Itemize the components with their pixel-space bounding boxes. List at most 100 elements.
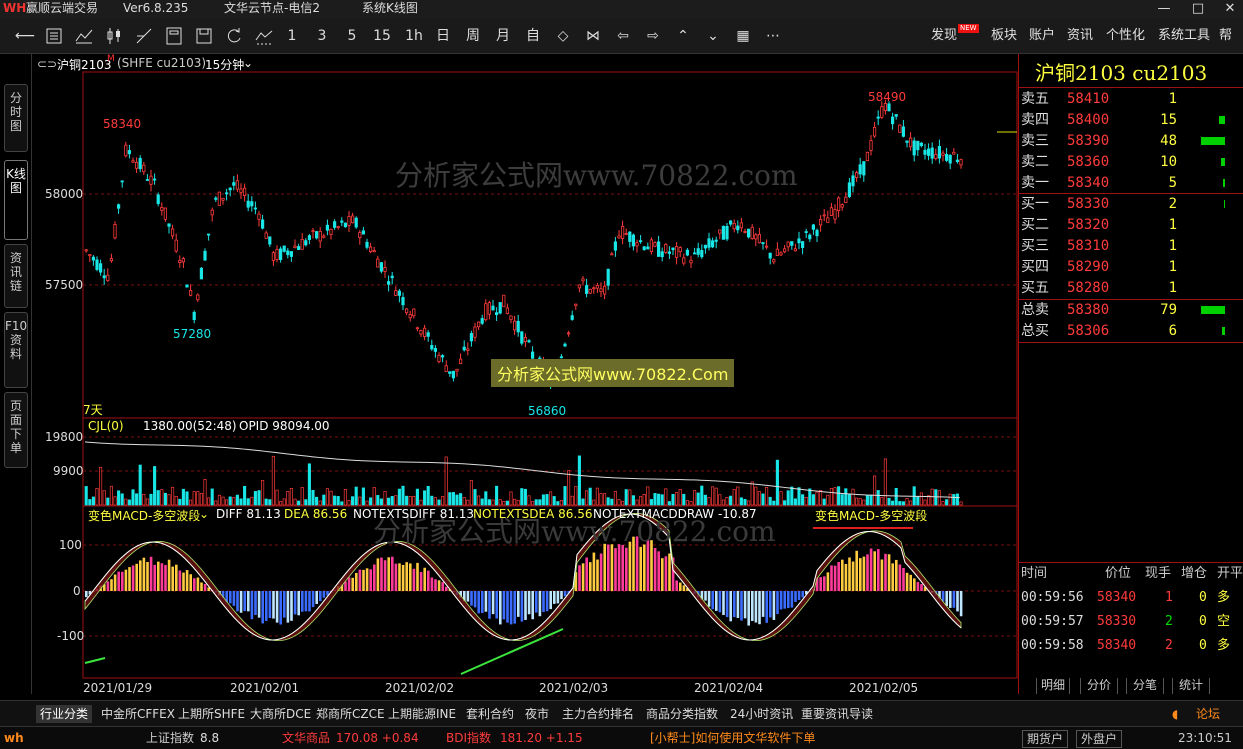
chart-area[interactable]: 分析家公式网www.70822.com 分析家公式网www.70822.Com … [33, 54, 1018, 695]
minimize-icon[interactable]: — [1154, 0, 1174, 17]
arrow-right-icon[interactable]: ⇨ [642, 26, 664, 46]
order-book-row[interactable]: 买一 58330 2 [1019, 194, 1243, 215]
nav-industry[interactable]: 行业分类 [36, 705, 93, 723]
chart-link-icon[interactable]: ⊂⊃ [37, 57, 57, 71]
nav-shfe[interactable]: 上期所SHFE [178, 705, 245, 723]
nav-arbitrage[interactable]: 套利合约 [466, 705, 514, 723]
nav-czce[interactable]: 郑商所CZCE [316, 705, 385, 723]
order-book-row[interactable]: 卖三 58390 48 [1019, 131, 1243, 152]
volume-indicator[interactable]: CJL(0) [88, 419, 124, 433]
volume-bar [750, 481, 754, 506]
order-book-row[interactable]: 买三 58310 1 [1019, 236, 1243, 257]
tab-news-chain[interactable]: 资讯链 [4, 244, 28, 308]
order-book-row[interactable]: 卖一 58340 5 [1019, 173, 1243, 194]
more-icon[interactable]: ⋯ [762, 26, 784, 46]
tab-trades[interactable]: 分笔 [1126, 678, 1164, 694]
macd-bar [394, 563, 398, 591]
menu-account[interactable]: 账户 [1029, 27, 1055, 45]
back-icon[interactable]: ⟵ [14, 26, 36, 46]
menu-personalize[interactable]: 个性化 [1106, 27, 1145, 45]
status-tip[interactable]: [小帮士]如何使用文华软件下单 [650, 727, 815, 749]
period-day[interactable]: 日 [434, 26, 452, 46]
period-1h[interactable]: 1h [403, 26, 425, 46]
arrow-left-icon[interactable]: ⇦ [612, 26, 634, 46]
tick-row[interactable]: 00:59:56 58340 1 0 多 [1019, 586, 1243, 610]
layout-icon[interactable]: ▦ [732, 26, 754, 46]
maximize-icon[interactable]: □ [1188, 0, 1208, 17]
line-chart-icon[interactable] [74, 26, 96, 46]
nav-main-rank[interactable]: 主力合约排名 [562, 705, 634, 723]
macd-chevron-icon[interactable]: ⌄ [199, 507, 209, 521]
period-1m[interactable]: 1 [284, 26, 300, 46]
tab-f10[interactable]: F10资料 [4, 312, 28, 388]
kline-icon[interactable] [104, 26, 126, 46]
period-custom[interactable]: 自 [524, 26, 542, 46]
macd-bar [952, 591, 956, 608]
candle-body [437, 354, 441, 363]
save-icon[interactable] [194, 26, 216, 46]
tab-timeshare[interactable]: 分时图 [4, 84, 28, 152]
calculator-icon[interactable] [164, 26, 186, 46]
zoom-out-icon[interactable]: ◇ [552, 26, 574, 46]
tab-kline[interactable]: K线图 [4, 160, 28, 240]
period-month[interactable]: 月 [494, 26, 512, 46]
menu-news[interactable]: 资讯 [1067, 27, 1093, 45]
tab-price-dist[interactable]: 分价 [1080, 678, 1118, 694]
tick-row[interactable]: 00:59:58 58340 2 0 多 [1019, 634, 1243, 658]
period-15m[interactable]: 15 [370, 26, 394, 46]
zoom-in-icon[interactable]: ⋈ [582, 26, 604, 46]
nav-dce[interactable]: 大商所DCE [250, 705, 311, 723]
date-label: 2021/02/04 [694, 681, 764, 695]
tab-stats[interactable]: 统计 [1172, 678, 1210, 694]
menu-sector[interactable]: 板块 [991, 27, 1017, 45]
tab-order[interactable]: 页面下单 [4, 392, 28, 468]
menu-help[interactable]: 帮 [1219, 27, 1232, 45]
order-book-row[interactable]: 买五 58280 1 [1019, 278, 1243, 299]
macd-bar [614, 548, 617, 591]
candle-body [959, 159, 963, 166]
chevron-down-icon[interactable]: ⌄ [243, 56, 253, 70]
arrow-up-icon[interactable]: ⌃ [672, 26, 694, 46]
volume-bar [127, 499, 131, 506]
draw-line-icon[interactable] [134, 26, 156, 46]
macd-bar [373, 564, 376, 591]
period-5m[interactable]: 5 [344, 26, 360, 46]
menu-system-tools[interactable]: 系统工具 [1158, 27, 1210, 45]
order-book-row[interactable]: 卖二 58360 10 [1019, 152, 1243, 173]
candle-body [840, 204, 844, 208]
nav-24h-news[interactable]: 24小时资讯 [730, 705, 793, 723]
nav-ine[interactable]: 上期能源INE [388, 705, 456, 723]
nav-night[interactable]: 夜市 [525, 705, 549, 723]
order-book-row[interactable]: 卖五 58410 1 [1019, 89, 1243, 110]
arrow-down-icon[interactable]: ⌄ [702, 26, 724, 46]
macd-indicator[interactable]: 变色MACD-多空波段 [88, 507, 200, 524]
order-book-row[interactable]: 买四 58290 1 [1019, 257, 1243, 278]
tick-row[interactable]: 00:59:57 58330 2 0 空 [1019, 610, 1243, 634]
menu-discover[interactable]: 发现 [931, 27, 957, 45]
order-book-row[interactable]: 总卖 58380 79 [1019, 300, 1243, 321]
period-week[interactable]: 周 [464, 26, 482, 46]
close-icon[interactable]: ✕ [1220, 0, 1240, 17]
period-dropdown[interactable]: 15分钟 [205, 56, 244, 73]
period-3m[interactable]: 3 [314, 26, 330, 46]
headset-icon[interactable]: ◖ [1172, 705, 1178, 723]
macd-bar [347, 577, 351, 591]
foreign-account-button[interactable]: 外盘户 [1076, 730, 1123, 748]
refresh-icon[interactable] [224, 26, 246, 46]
order-book-row[interactable]: 卖四 58400 15 [1019, 110, 1243, 131]
list-icon[interactable] [44, 26, 66, 46]
order-book-row[interactable]: 总买 58306 6 [1019, 321, 1243, 342]
indicator-icon[interactable] [254, 26, 276, 46]
futures-account-button[interactable]: 期货户 [1022, 730, 1069, 748]
forum-link[interactable]: 论坛 [1196, 705, 1220, 723]
candle-body [455, 368, 459, 372]
nav-commodity-index[interactable]: 商品分类指数 [646, 705, 718, 723]
nav-cffex[interactable]: 中金所CFFEX [101, 705, 175, 723]
candle-body [761, 242, 765, 245]
nav-key-news[interactable]: 重要资讯导读 [801, 705, 873, 723]
volume-bar [804, 496, 808, 506]
cloud-node[interactable]: 文华云节点-电信2 [224, 0, 320, 17]
tab-detail[interactable]: 明细 [1036, 678, 1070, 694]
order-book-row[interactable]: 买二 58320 1 [1019, 215, 1243, 236]
volume-bar [372, 487, 376, 506]
